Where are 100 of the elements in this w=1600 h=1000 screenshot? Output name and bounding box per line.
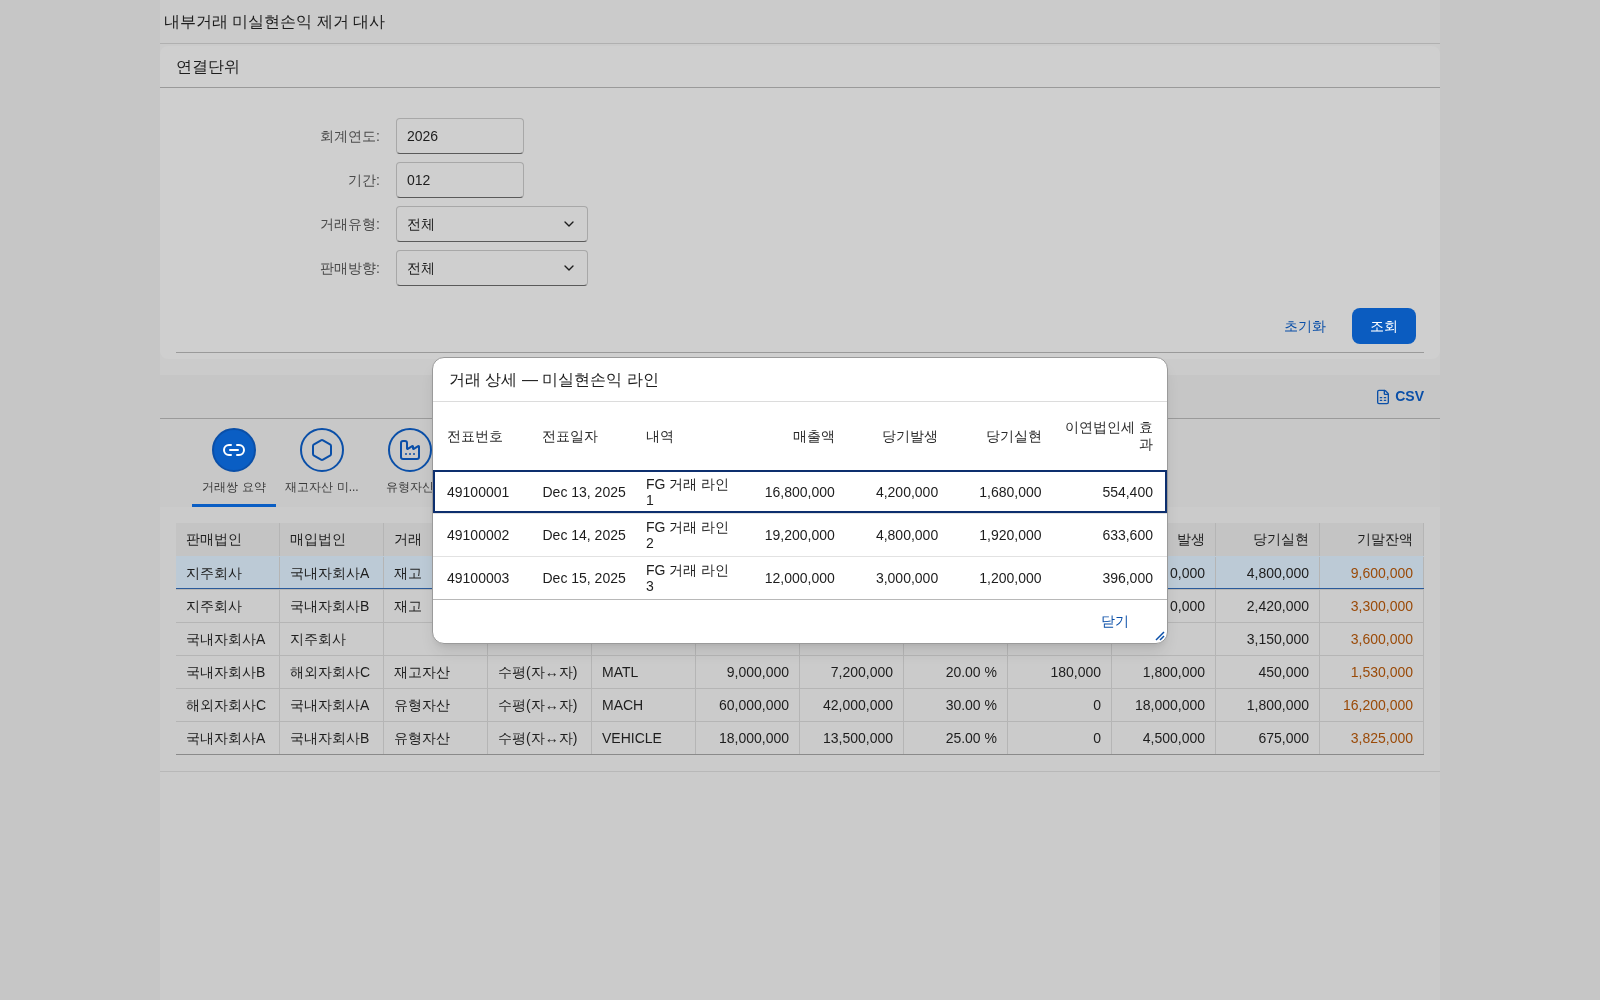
select-field[interactable]: 전체 — [396, 250, 588, 286]
table-cell: 유형자산 — [394, 730, 450, 746]
table-cell: VEHICLE — [602, 730, 662, 746]
table-cell: 지주회사 — [290, 631, 346, 647]
table-cell: 18,000,000 — [1134, 697, 1205, 713]
table-cell: 수평(자↔자) — [498, 697, 578, 713]
table-cell: 국내자회사A — [290, 697, 370, 713]
field-label: 판매방향: — [320, 258, 380, 278]
panel-title: 연결단위 — [176, 56, 240, 77]
table-cell: 국내자회사B — [290, 598, 370, 614]
table-cell: 재고 — [394, 564, 422, 581]
table-cell: 12,000,000 — [764, 570, 835, 586]
csv-button[interactable]: CSV — [1375, 386, 1424, 407]
table-cell: FG 거래 라인 3 — [645, 562, 730, 594]
icon-tab[interactable]: 거래쌍 요약 — [192, 428, 276, 507]
table-cell: 675,000 — [1258, 730, 1309, 746]
table-cell: 13,500,000 — [822, 730, 893, 746]
column-header: 거래 — [394, 530, 422, 549]
close-button[interactable]: 닫기 — [1101, 611, 1129, 632]
table-cell: 지주회사 — [186, 564, 242, 581]
table-cell: 396,000 — [1102, 570, 1153, 586]
column-header: 당기실현 — [1253, 530, 1309, 549]
column-header: 판매법인 — [186, 530, 242, 549]
table-cell: 16,800,000 — [764, 483, 835, 500]
resize-grip-icon — [1153, 629, 1165, 641]
column-header: 매출액 — [792, 427, 835, 445]
factory-icon — [398, 438, 422, 462]
table-cell: Dec 14, 2025 — [542, 527, 626, 543]
table-cell: 재고자산 — [394, 664, 450, 680]
page-title: 내부거래 미실현손익 제거 대사 — [164, 11, 386, 32]
table-cell: 7,200,000 — [830, 664, 893, 680]
table-cell: 180,000 — [1050, 664, 1101, 680]
table-cell: 4,200,000 — [875, 483, 939, 500]
table-cell: 1,680,000 — [979, 483, 1042, 500]
table-cell: 16,200,000 — [1342, 697, 1413, 713]
dialog-row[interactable]: 49100001 Dec 13, 2025 FG 거래 라인 1 16,800,000 4,200,000 1,680,000 554,400 — [433, 470, 1167, 513]
table-cell: 3,300,000 — [1350, 598, 1413, 614]
table-cell: MACH — [602, 697, 644, 713]
search-button[interactable]: 조회 — [1352, 308, 1416, 344]
icon-tab[interactable]: 재고자산 미... — [280, 428, 364, 507]
reset-button[interactable]: 초기화 — [1276, 308, 1334, 344]
table-cell: Dec 15, 2025 — [542, 570, 626, 586]
table-cell: 4,800,000 — [1246, 564, 1309, 581]
table-cell: 30.00 % — [945, 697, 997, 713]
spreadsheet-icon — [1375, 388, 1392, 405]
table-cell: 1,800,000 — [1246, 697, 1309, 713]
column-header: 이연법인세 효과 — [1064, 419, 1153, 453]
table-cell: 지주회사 — [186, 598, 242, 614]
column-header: 매입법인 — [290, 530, 346, 549]
table-cell: 재고 — [394, 598, 422, 614]
table-cell: FG 거래 라인 2 — [645, 519, 730, 551]
table-cell: 1,530,000 — [1350, 664, 1413, 680]
table-cell: MATL — [602, 664, 639, 680]
table-row[interactable]: 국내자회사A 국내자회사B 유형자산 수평(자↔자) VEHICLE 18,000,000 13,500,000 25.00 % 0 4,500,000 675,000 3,825,000 — [176, 721, 1424, 754]
table-cell: 19,200,000 — [764, 527, 835, 543]
table-cell: 1,800,000 — [1142, 664, 1205, 680]
column-header: 전표일자 — [542, 427, 599, 445]
table-cell: FG 거래 라인 1 — [645, 475, 730, 508]
table-row[interactable]: 국내자회사B 해외자회사C 재고자산 수평(자↔자) MATL 9,000,000 7,200,000 20.00 % 180,000 1,800,000 450,000 1,530,000 — [176, 655, 1424, 688]
input-field[interactable]: 012 — [396, 162, 524, 198]
table-cell: 수평(자↔자) — [498, 664, 578, 680]
table-cell: 9,000,000 — [726, 664, 789, 680]
table-cell: 25.00 % — [945, 730, 997, 746]
table-cell: 0 — [1093, 730, 1101, 746]
dialog-row[interactable]: 49100002 Dec 14, 2025 FG 거래 라인 2 19,200,000 4,800,000 1,920,000 633,600 — [433, 513, 1167, 556]
dialog-row[interactable]: 49100003 Dec 15, 2025 FG 거래 라인 3 12,000,000 3,000,000 1,200,000 396,000 — [433, 556, 1167, 599]
table-cell: 0 — [1093, 697, 1101, 713]
table-cell: 49100001 — [447, 483, 510, 500]
table-cell: 3,825,000 — [1350, 730, 1413, 746]
table-cell: 60,000,000 — [718, 697, 789, 713]
column-header: 발생 — [1177, 530, 1205, 549]
table-cell: 49100002 — [447, 527, 510, 543]
table-cell: 20.00 % — [945, 664, 997, 680]
table-cell: 633,600 — [1102, 527, 1153, 543]
table-row[interactable]: 해외자회사C 국내자회사A 유형자산 수평(자↔자) MACH 60,000,000 42,000,000 30.00 % 0 18,000,000 1,800,000 16,200,000 — [176, 688, 1424, 721]
table-cell: 2,420,000 — [1246, 598, 1309, 614]
column-header: 내역 — [645, 427, 674, 445]
table-cell: 4,500,000 — [1142, 730, 1205, 746]
table-cell: 1,200,000 — [979, 570, 1042, 586]
input-field[interactable]: 2026 — [396, 118, 524, 154]
table-cell: 1,920,000 — [979, 527, 1042, 543]
column-header: 전표번호 — [447, 427, 503, 445]
table-cell: 국내자회사B — [290, 730, 370, 746]
table-cell: Dec 13, 2025 — [542, 483, 626, 500]
table-cell: 국내자회사A — [186, 730, 266, 746]
table-cell: 해외자회사C — [290, 664, 371, 680]
table-cell: 49100003 — [447, 570, 510, 586]
table-cell: 450,000 — [1258, 664, 1309, 680]
table-cell: 554,400 — [1102, 483, 1153, 500]
column-header: 기말잔액 — [1357, 530, 1413, 549]
table-cell: 국내자회사B — [186, 664, 266, 680]
table-cell: 유형자산 — [394, 697, 450, 713]
select-field[interactable]: 전체 — [396, 206, 588, 242]
table-cell: 0,000 — [1169, 598, 1205, 614]
dialog-title: 거래 상세 — 미실현손익 라인 — [449, 369, 659, 390]
table-cell: 국내자회사A — [186, 631, 266, 647]
table-cell: 0,000 — [1169, 564, 1205, 581]
table-cell: 18,000,000 — [718, 730, 789, 746]
column-header: 당기발생 — [882, 427, 939, 445]
field-label: 기간: — [348, 170, 380, 190]
